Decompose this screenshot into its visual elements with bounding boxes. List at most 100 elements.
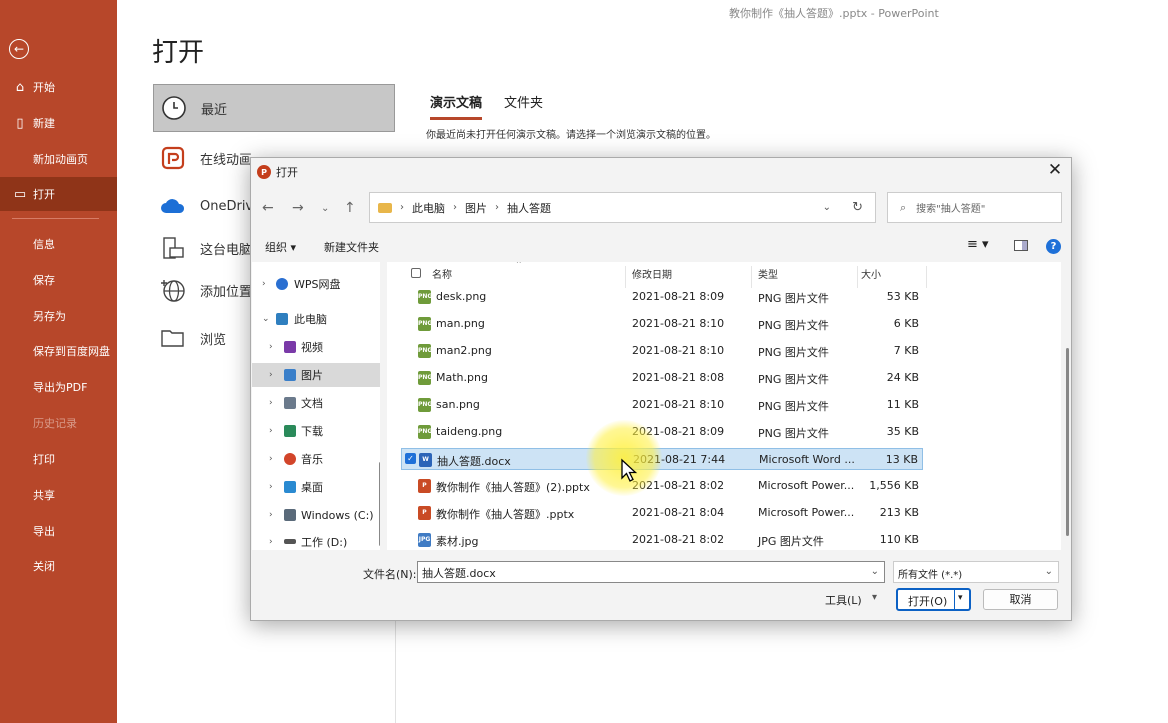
chevron-right-icon[interactable]: › [269, 426, 273, 436]
nav-export[interactable]: 导出 [0, 514, 117, 548]
file-name: 抽人答题.docx [437, 455, 511, 468]
file-row[interactable]: PNG man.png 2021-08-21 8:10 PNG 图片文件 6 K… [401, 313, 923, 335]
nav-new[interactable]: ▯ 新建 [0, 106, 117, 140]
open-options-dropdown-icon[interactable]: ▾ [958, 593, 963, 603]
chevron-right-icon[interactable]: › [269, 370, 273, 380]
chevron-right-icon[interactable]: › [269, 454, 273, 464]
file-row[interactable]: PNG man2.png 2021-08-21 8:10 PNG 图片文件 7 … [401, 340, 923, 362]
file-name: 素材.jpg [436, 535, 479, 548]
file-size: 110 KB [879, 533, 919, 546]
nav-label: 新加动画页 [33, 153, 88, 166]
up-icon[interactable]: ↑ [344, 200, 356, 216]
recent-locations-icon[interactable]: ⌄ [321, 203, 329, 214]
chevron-down-icon[interactable]: ⌄ [1045, 566, 1053, 577]
location-label: 在线动画 [200, 152, 253, 168]
file-row[interactable]: PNG Math.png 2021-08-21 8:08 PNG 图片文件 24… [401, 367, 923, 389]
file-row[interactable]: P 教你制作《抽人答题》(2).pptx 2021-08-21 8:02 Mic… [401, 475, 923, 497]
organize-button[interactable]: 组织 ▾ [265, 239, 296, 255]
chevron-right-icon[interactable]: › [269, 342, 273, 352]
breadcrumb-item[interactable]: 此电脑 [412, 200, 445, 216]
column-divider[interactable] [926, 266, 927, 288]
nav-save[interactable]: 保存 [0, 263, 117, 297]
column-type[interactable]: 类型 [758, 266, 778, 281]
file-row[interactable]: PNG san.png 2021-08-21 8:10 PNG 图片文件 11 … [401, 394, 923, 416]
open-button-label: 打开(O) [908, 595, 948, 608]
preview-pane-icon[interactable] [1014, 240, 1028, 251]
column-date[interactable]: 修改日期 [632, 266, 672, 281]
nav-open[interactable]: ▭ 打开 [0, 177, 117, 211]
column-divider[interactable] [625, 266, 626, 288]
file-row[interactable]: PNG taideng.png 2021-08-21 8:09 PNG 图片文件… [401, 421, 923, 443]
tree-item-documents[interactable]: › 文档 [252, 391, 380, 415]
tree-item-wps-cloud[interactable]: › WPS网盘 [252, 272, 380, 296]
cancel-button[interactable]: 取消 [983, 589, 1058, 610]
nav-home[interactable]: ⌂ 开始 [0, 70, 117, 104]
nav-close[interactable]: 关闭 [0, 549, 117, 583]
column-name[interactable]: 名称 [432, 266, 452, 281]
view-menu-icon[interactable]: ≡ ▾ [967, 237, 989, 252]
column-divider[interactable] [751, 266, 752, 288]
file-row[interactable]: JPG 素材.jpg 2021-08-21 8:02 JPG 图片文件 110 … [401, 529, 923, 550]
search-input[interactable]: ⌕ 搜索"抽人答题" [887, 192, 1062, 223]
chevron-right-icon[interactable]: › [262, 279, 266, 289]
back-icon[interactable]: ← [262, 200, 274, 216]
breadcrumb-item[interactable]: 图片 [465, 200, 487, 216]
nav-save-as[interactable]: 另存为 [0, 299, 117, 333]
file-list-scrollbar[interactable] [1066, 348, 1069, 536]
filename-input[interactable]: 抽人答题.docx ⌄ [417, 561, 885, 583]
tools-button[interactable]: 工具(L) [825, 592, 862, 608]
chevron-right-icon[interactable]: › [269, 398, 273, 408]
tree-scrollbar[interactable] [379, 462, 380, 546]
tree-item-videos[interactable]: › 视频 [252, 335, 380, 359]
file-row[interactable]: P 教你制作《抽人答题》.pptx 2021-08-21 8:04 Micros… [401, 502, 923, 524]
address-bar[interactable]: › 此电脑 › 图片 › 抽人答题 ⌄ ↻ [369, 192, 876, 223]
chevron-right-icon[interactable]: › [269, 482, 273, 492]
nav-label: 打开 [33, 188, 55, 201]
tab-presentations[interactable]: 演示文稿 [430, 92, 483, 120]
new-folder-button[interactable]: 新建文件夹 [324, 239, 379, 255]
forward-icon[interactable]: → [292, 200, 304, 216]
download-icon [284, 425, 296, 437]
tree-label: 下载 [301, 425, 323, 438]
tools-dropdown-icon[interactable]: ▾ [872, 592, 877, 603]
file-row[interactable]: PNG desk.png 2021-08-21 8:09 PNG 图片文件 53… [401, 286, 923, 308]
tree-item-this-pc[interactable]: ⌄ 此电脑 [252, 307, 380, 331]
tree-item-music[interactable]: › 音乐 [252, 447, 380, 471]
tree-item-desktop[interactable]: › 桌面 [252, 475, 380, 499]
open-button[interactable]: 打开(O) ▾ [896, 588, 971, 611]
filetype-select[interactable]: 所有文件 (*.*) ⌄ [893, 561, 1059, 583]
back-arrow-icon[interactable]: ← [9, 39, 29, 59]
tree-item-downloads[interactable]: › 下载 [252, 419, 380, 443]
tree-label: WPS网盘 [294, 278, 341, 291]
png-file-icon: PNG [418, 290, 432, 304]
nav-export-pdf[interactable]: 导出为PDF [0, 370, 117, 404]
select-all-checkbox[interactable] [411, 268, 421, 278]
nav-share[interactable]: 共享 [0, 478, 117, 512]
nav-save-to-baidu[interactable]: 保存到百度网盘 [0, 334, 117, 368]
nav-print[interactable]: 打印 [0, 442, 117, 476]
close-icon[interactable]: ✕ [1045, 160, 1065, 180]
picture-icon [284, 369, 296, 381]
chevron-right-icon[interactable]: › [269, 510, 273, 520]
column-size[interactable]: 大小 [861, 266, 881, 281]
chevron-down-icon[interactable]: ⌄ [823, 202, 831, 213]
refresh-icon[interactable]: ↻ [852, 200, 863, 215]
tree-item-drive-c[interactable]: › Windows (C:) [252, 503, 380, 527]
file-name: san.png [436, 398, 480, 411]
file-row-selected[interactable]: ✓ W 抽人答题.docx 2021-08-21 7:44 Microsoft … [401, 448, 923, 470]
checkbox-checked-icon[interactable]: ✓ [405, 453, 416, 464]
file-type: JPG 图片文件 [758, 535, 824, 548]
nav-new-animation-page[interactable]: 新加动画页 [0, 142, 117, 176]
chevron-down-icon[interactable]: ⌄ [871, 566, 879, 577]
chevron-right-icon[interactable]: › [269, 537, 273, 547]
location-recent[interactable]: 最近 [153, 84, 395, 132]
chevron-down-icon[interactable]: ⌄ [262, 314, 270, 324]
tab-folders[interactable]: 文件夹 [504, 92, 543, 120]
nav-info[interactable]: 信息 [0, 227, 117, 261]
breadcrumb-item[interactable]: 抽人答题 [507, 200, 551, 216]
tree-item-drive-d[interactable]: › 工作 (D:) [252, 530, 380, 550]
onedrive-cloud-icon [159, 192, 187, 220]
tree-item-pictures[interactable]: › 图片 [252, 363, 380, 387]
help-icon[interactable]: ? [1046, 239, 1061, 254]
column-divider[interactable] [857, 266, 858, 288]
